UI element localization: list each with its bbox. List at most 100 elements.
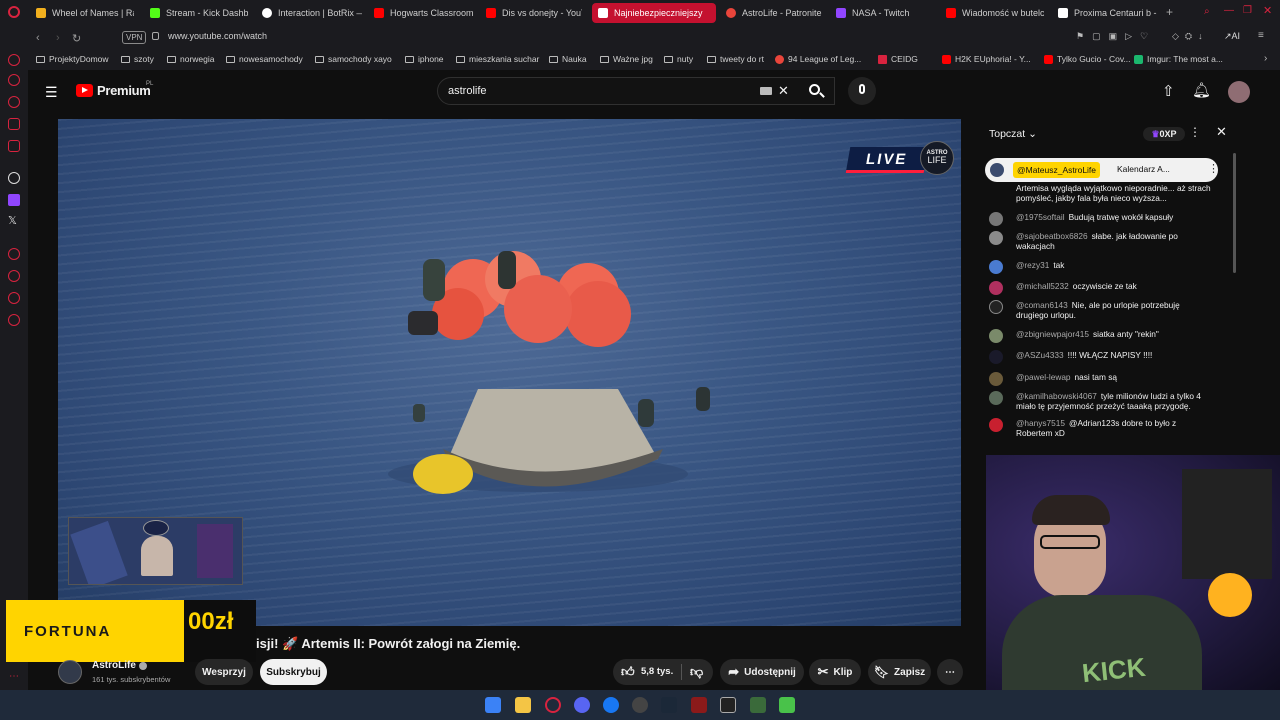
tab-proxima[interactable]: Proxima Centauri b - \ — [1058, 3, 1158, 23]
tab-active-najniebezpieczniejszy[interactable]: Najniebezpieczniejszy — [592, 3, 716, 23]
history-icon[interactable] — [8, 248, 20, 260]
steam-icon[interactable] — [661, 697, 677, 713]
reload-icon[interactable]: ↻ — [72, 32, 81, 45]
aria-icon[interactable] — [8, 74, 20, 86]
like-count[interactable]: 5,8 tys. — [641, 666, 673, 677]
pinned-message[interactable]: @Mateusz_AstroLife Kalendarz A... ⋮ — [985, 158, 1219, 182]
bookmarks-overflow-icon[interactable]: › — [1264, 53, 1267, 64]
search-tabs-icon[interactable]: ⌕ — [1204, 6, 1210, 17]
chat-author[interactable]: @michall5232 — [1016, 281, 1069, 291]
chat-avatar[interactable] — [989, 231, 1003, 245]
tab-wiadomosc[interactable]: Wiadomość w butelce — [946, 3, 1044, 23]
bookmark-folder[interactable]: tweety do rt — [707, 54, 764, 64]
bookmark-folder[interactable]: iphone — [405, 54, 444, 64]
url-field[interactable]: www.youtube.com/watch — [168, 31, 267, 41]
tab-kick-dashboard[interactable]: Stream - Kick Dashbo — [150, 3, 248, 23]
bookmark-link[interactable]: Imgur: The most a... — [1134, 54, 1223, 64]
video-player[interactable]: LIVE ASTRO LIFE — [58, 119, 961, 626]
obs-icon[interactable] — [632, 697, 648, 713]
speed-dial-icon[interactable] — [8, 54, 20, 66]
minecraft-icon[interactable] — [779, 697, 795, 713]
search-button[interactable] — [799, 77, 833, 105]
chat-author[interactable]: @pawel-lewap — [1016, 372, 1071, 382]
tab-botrix[interactable]: Interaction | BotRix — — [262, 3, 362, 23]
opera-taskbar-icon[interactable] — [545, 697, 561, 713]
chat-author[interactable]: @hanys7515 — [1016, 418, 1065, 428]
messenger-icon[interactable] — [8, 118, 20, 130]
bookmark-link[interactable]: 94 League of Leg... — [775, 54, 861, 64]
bookmark-folder[interactable]: ProjektyDomow — [36, 54, 109, 64]
chat-mode-dropdown[interactable]: Topczat ⌄ — [989, 128, 1037, 140]
back-button[interactable]: ‹ — [36, 32, 40, 44]
notifications-bell-icon[interactable]: 🔔︎ — [1192, 81, 1211, 99]
share-button[interactable]: ➦ Udostępnij — [720, 659, 804, 685]
lock-icon[interactable] — [152, 32, 159, 40]
like-icon[interactable]: 👍︎ — [621, 664, 635, 680]
chat-menu-icon[interactable]: ⋮ — [1189, 125, 1201, 139]
more-actions-button[interactable]: ⋯ — [937, 659, 963, 685]
tab-nasa-twitch[interactable]: NASA - Twitch — [836, 3, 932, 23]
bookmark-folder[interactable]: szoty — [121, 54, 154, 64]
chat-author[interactable]: @coman6143 — [1016, 300, 1068, 310]
save-button[interactable]: 🔖︎ Zapisz — [868, 659, 931, 685]
pinned-menu-icon[interactable]: ⋮ — [1208, 162, 1219, 175]
support-button[interactable]: Wesprzyj — [195, 659, 253, 685]
chat-author[interactable]: @ASZu4333 — [1016, 350, 1064, 360]
tab-patronite[interactable]: AstroLife - Patronite.p — [726, 3, 822, 23]
clear-search-icon[interactable]: ✕ — [778, 83, 789, 99]
forward-button[interactable]: › — [56, 32, 60, 44]
chat-author[interactable]: @kamilhabowski4067 — [1016, 391, 1097, 401]
tab-dis-vs-donejty[interactable]: Dis vs donejty - YouT — [486, 3, 582, 23]
channel-avatar[interactable] — [58, 660, 82, 684]
bookmark-folder[interactable]: nowesamochody — [226, 54, 303, 64]
bookmarks-icon[interactable] — [8, 292, 20, 304]
chatgpt-icon[interactable] — [8, 172, 20, 184]
bookmark-folder[interactable]: Ważne jpg — [600, 54, 653, 64]
new-tab-button[interactable]: + — [1166, 5, 1173, 19]
close-window-button[interactable]: ✕ — [1263, 4, 1272, 17]
xp-badge[interactable]: ♛0XP — [1143, 127, 1185, 141]
youtube-premium-logo[interactable]: Premium — [97, 83, 151, 98]
twitch-icon[interactable] — [8, 194, 20, 206]
tab-hogwarts[interactable]: Hogwarts Classroom — [374, 3, 474, 23]
hamburger-menu-icon[interactable]: ☰ — [45, 84, 58, 101]
chat-avatar[interactable] — [989, 350, 1003, 364]
chat-avatar[interactable] — [989, 418, 1003, 432]
channel-name[interactable]: AstroLife — [92, 660, 136, 671]
chat-avatar[interactable] — [989, 212, 1003, 226]
vpn-badge[interactable]: VPN — [122, 31, 147, 44]
bookmark-folder[interactable]: norwegia — [167, 54, 215, 64]
ai-button[interactable]: ↗AI — [1224, 31, 1240, 42]
close-chat-icon[interactable]: ✕ — [1216, 124, 1227, 140]
bookmark-folder[interactable]: Nauka — [549, 54, 587, 64]
more-dots-icon[interactable]: ⋯ — [9, 671, 19, 682]
chat-avatar[interactable] — [989, 281, 1003, 295]
app-icon[interactable] — [750, 697, 766, 713]
settings-gear-icon[interactable] — [8, 314, 20, 326]
file-explorer-icon[interactable] — [515, 697, 531, 713]
fortuna-ad[interactable]: FORTUNA — [6, 600, 184, 662]
bookmark-folder[interactable]: samochody xayo — [315, 54, 392, 64]
subscribe-button[interactable]: Subskrybuj — [260, 659, 327, 685]
bookmark-link[interactable]: CEIDG — [878, 54, 918, 64]
bookmark-folder[interactable]: mieszkania suchar — [456, 54, 539, 64]
bookmark-folder[interactable]: nuty — [664, 54, 693, 64]
chat-author[interactable]: @rezy31 — [1016, 260, 1049, 270]
bookmark-link[interactable]: Tylko Gucio - Cov... — [1044, 54, 1131, 64]
chat-author[interactable]: @1975softail — [1016, 212, 1065, 222]
dislike-icon[interactable]: 👎︎ — [690, 664, 703, 680]
x-twitter-icon[interactable]: 𝕏 — [8, 214, 17, 227]
minimize-button[interactable]: — — [1224, 5, 1234, 16]
chat-author[interactable]: @sajobeatbox6826 — [1016, 231, 1088, 241]
facebook-icon[interactable] — [603, 697, 619, 713]
start-menu-icon[interactable] — [485, 697, 501, 713]
shield-icon[interactable] — [691, 697, 707, 713]
avatar[interactable] — [1228, 81, 1250, 103]
tab-wheel-of-names[interactable]: Wheel of Names | Ran — [36, 3, 134, 23]
upload-icon[interactable]: ⇧ — [1162, 82, 1175, 100]
maximize-button[interactable]: ❐ — [1243, 5, 1252, 16]
chat-avatar[interactable] — [989, 372, 1003, 386]
clip-button[interactable]: ✂ Klip — [809, 659, 861, 685]
address-bar-actions[interactable]: ⚑▢▣▷♡ — [1076, 31, 1156, 42]
youtube-logo-icon[interactable] — [76, 84, 93, 97]
